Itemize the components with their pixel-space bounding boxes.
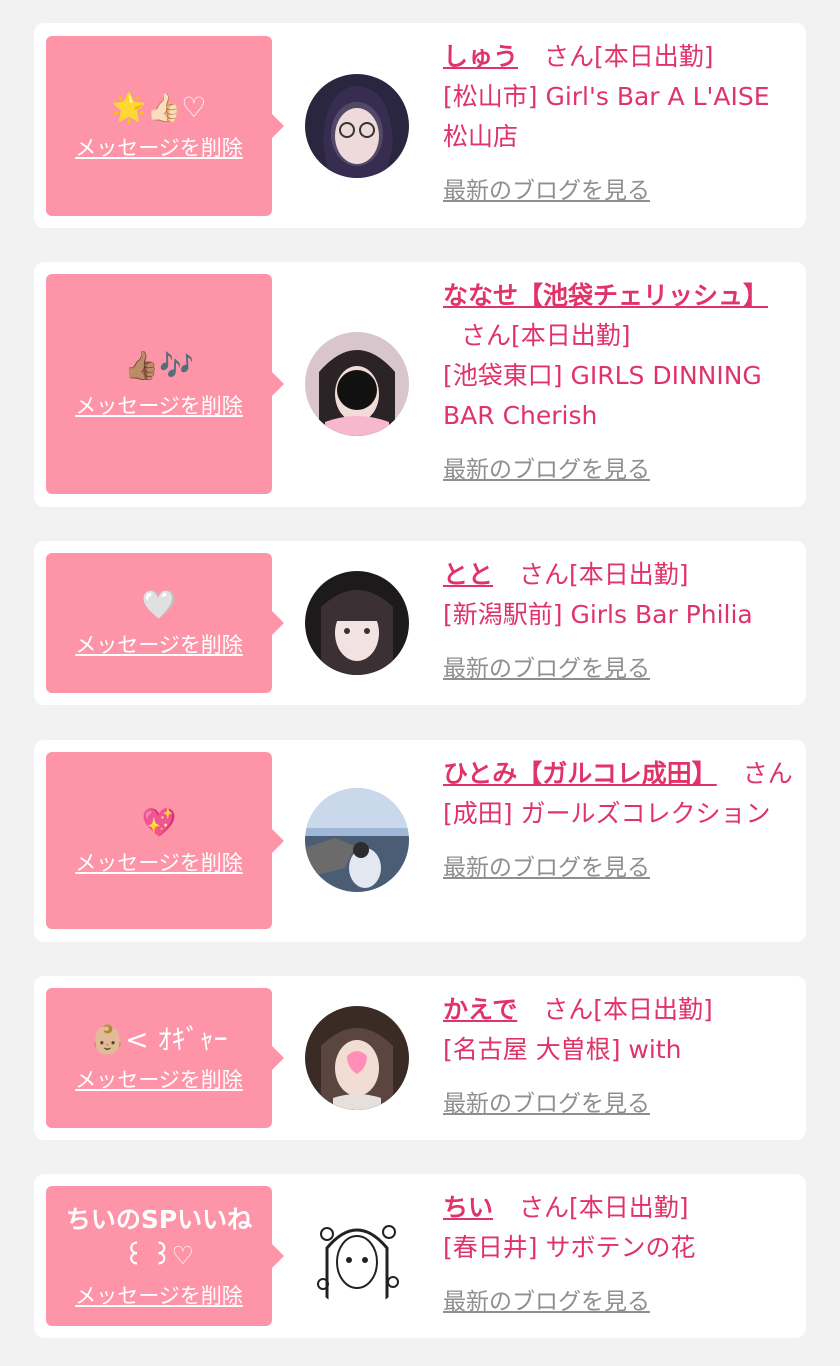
delete-message-link[interactable]: メッセージを削除: [75, 390, 243, 420]
cast-status: さん[本日出勤]: [518, 1193, 689, 1222]
message-bubble: 🌟👍🏻♡ メッセージを削除: [46, 36, 284, 216]
message-bubble: 👶🏼< ｵｷﾞｬｰ メッセージを削除: [46, 988, 284, 1128]
cast-name-link[interactable]: とと: [443, 560, 493, 589]
message-card: 🌟👍🏻♡ メッセージを削除 しゅう さん[本日出勤] [松山市] Girl's …: [34, 23, 806, 228]
message-bubble: 👍🏽🎶 メッセージを削除: [46, 274, 284, 494]
latest-blog-link[interactable]: 最新のブログを見る: [443, 1084, 650, 1124]
cast-info: とと さん[本日出勤] [新潟駅前] Girls Bar Philia 最新のブ…: [443, 555, 793, 689]
cast-status: さん[本日出勤]: [543, 995, 713, 1024]
cast-info: しゅう さん[本日出勤] [松山市] Girl's Bar A L'AISE 松…: [443, 37, 793, 211]
message-text: 👶🏼< ｵｷﾞｬｰ: [90, 1023, 228, 1056]
avatar[interactable]: [305, 1006, 409, 1110]
shop-name: [松山市] Girl's Bar A L'AISE 松山店: [443, 82, 770, 151]
shop-name: [成田] ガールズコレクション: [443, 799, 771, 828]
cast-status: さん[本日出勤]: [518, 560, 689, 589]
delete-message-link[interactable]: メッセージを削除: [75, 629, 243, 659]
cast-name-link[interactable]: ちい: [443, 1193, 493, 1222]
cast-status: さん: [742, 759, 793, 788]
cast-name-link[interactable]: ななせ【池袋チェリッシュ】: [443, 281, 768, 310]
avatar[interactable]: [305, 571, 409, 675]
message-text: 👍🏽🎶: [124, 349, 194, 382]
cast-status: さん[本日出勤]: [543, 42, 714, 71]
cast-info: ちい さん[本日出勤] [春日井] サボテンの花 最新のブログを見る: [443, 1188, 793, 1322]
message-card: 👶🏼< ｵｷﾞｬｰ メッセージを削除 かえで さん[本日出勤] [名古屋 大曽根…: [34, 976, 806, 1140]
cast-info: ななせ【池袋チェリッシュ】 さん[本日出勤] [池袋東口] GIRLS DINN…: [443, 276, 793, 490]
delete-message-link[interactable]: メッセージを削除: [75, 847, 243, 877]
shop-name: [名古屋 大曽根] with: [443, 1035, 682, 1064]
message-card: 🤍 メッセージを削除 とと さん[本日出勤] [新潟駅前] Girls Bar …: [34, 541, 806, 705]
delete-message-link[interactable]: メッセージを削除: [75, 1280, 243, 1310]
avatar[interactable]: [305, 74, 409, 178]
avatar[interactable]: [305, 332, 409, 436]
message-card: 👍🏽🎶 メッセージを削除 ななせ【池袋チェリッシュ】 さん[本日出勤] [池袋東…: [34, 262, 806, 507]
avatar[interactable]: [305, 1204, 409, 1308]
cast-info: かえで さん[本日出勤] [名古屋 大曽根] with 最新のブログを見る: [443, 990, 793, 1124]
shop-name: [春日井] サボテンの花: [443, 1233, 696, 1262]
message-card: ちいのSPいいね ꒰ ꒱♡ メッセージを削除 ちい さん[本日出勤] [春日井]…: [34, 1174, 806, 1338]
cast-name-link[interactable]: かえで: [443, 995, 517, 1024]
message-text: 🤍: [141, 588, 177, 621]
latest-blog-link[interactable]: 最新のブログを見る: [443, 1282, 650, 1322]
latest-blog-link[interactable]: 最新のブログを見る: [443, 450, 650, 490]
latest-blog-link[interactable]: 最新のブログを見る: [443, 848, 650, 888]
message-bubble: 💖 メッセージを削除: [46, 752, 284, 929]
message-text: 💖: [141, 805, 177, 839]
cast-status: さん[本日出勤]: [461, 321, 631, 350]
delete-message-link[interactable]: メッセージを削除: [75, 1064, 243, 1094]
shop-name: [新潟駅前] Girls Bar Philia: [443, 600, 753, 629]
message-bubble: ちいのSPいいね ꒰ ꒱♡ メッセージを削除: [46, 1186, 284, 1326]
cast-name-link[interactable]: しゅう: [443, 42, 518, 71]
delete-message-link[interactable]: メッセージを削除: [75, 132, 243, 162]
latest-blog-link[interactable]: 最新のブログを見る: [443, 649, 650, 689]
message-text: 🌟👍🏻♡: [111, 91, 207, 124]
message-text: ちいのSPいいね ꒰ ꒱♡: [65, 1205, 253, 1270]
cast-info: ひとみ【ガルコレ成田】 さん [成田] ガールズコレクション 最新のブログを見る: [443, 754, 793, 888]
latest-blog-link[interactable]: 最新のブログを見る: [443, 171, 650, 211]
message-card: 💖 メッセージを削除 ひとみ【ガルコレ成田】 さん [成田] ガールズコレクショ…: [34, 740, 806, 942]
cast-name-link[interactable]: ひとみ【ガルコレ成田】: [443, 759, 717, 788]
avatar[interactable]: [305, 788, 409, 892]
message-bubble: 🤍 メッセージを削除: [46, 553, 284, 693]
shop-name: [池袋東口] GIRLS DINNING BAR Cherish: [443, 361, 762, 430]
